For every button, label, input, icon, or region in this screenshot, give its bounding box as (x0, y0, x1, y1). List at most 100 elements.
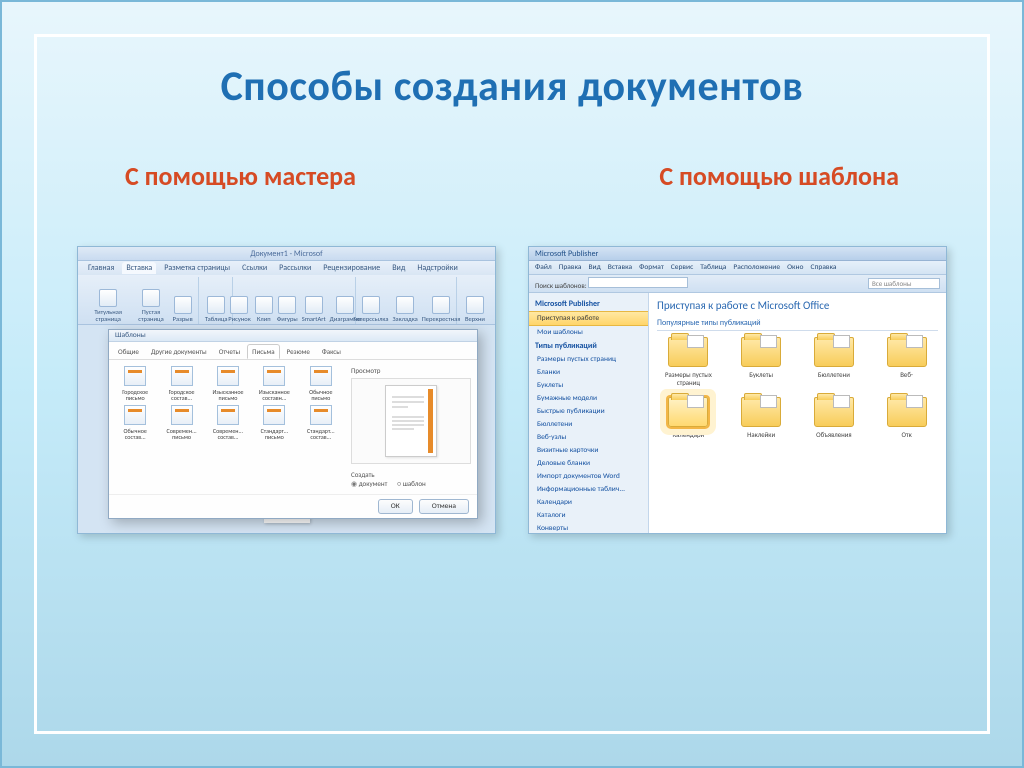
search-scope-dropdown[interactable]: Все шаблоны (868, 278, 940, 289)
publication-type-item[interactable]: Веб- (875, 337, 938, 387)
menu-item[interactable]: Сервис (671, 263, 694, 272)
ribbon-button[interactable]: Титульная страница (85, 289, 131, 322)
cancel-button[interactable]: Отмена (419, 499, 469, 514)
sidebar-link[interactable]: Приступая к работе (529, 311, 648, 326)
publication-type-item[interactable]: Бюллетени (803, 337, 866, 387)
menu-item[interactable]: Правка (559, 263, 582, 272)
menu-item[interactable]: Окно (787, 263, 803, 272)
publication-type-item[interactable]: Размеры пустых страниц (657, 337, 720, 387)
word-ribbon: Титульная страницаПустая страницаРазрывТ… (78, 275, 495, 325)
publisher-body: Microsoft PublisherПриступая к работеМои… (529, 293, 946, 533)
ribbon-tab[interactable]: Вставка (122, 262, 156, 274)
template-item[interactable]: Стандарт... письмо (254, 405, 294, 440)
sidebar-header: Microsoft Publisher (529, 297, 648, 311)
sidebar-link[interactable]: Размеры пустых страниц (529, 353, 648, 366)
ribbon-button[interactable]: Разрыв (171, 296, 195, 323)
create-radio-group: документ шаблон (351, 479, 471, 488)
sidebar-link[interactable]: Бланки (529, 366, 648, 379)
menu-item[interactable]: Формат (639, 263, 664, 272)
ribbon-tab[interactable]: Главная (84, 262, 118, 274)
publication-type-item[interactable]: Календари (657, 397, 720, 439)
menu-item[interactable]: Файл (535, 263, 552, 272)
ribbon-tab[interactable]: Рассылки (275, 262, 315, 274)
template-item[interactable]: Обычное состав... (115, 405, 155, 440)
menu-item[interactable]: Вид (588, 263, 600, 272)
folder-icon (668, 397, 708, 427)
word-window-title: Документ1 - Microsof (78, 247, 495, 261)
search-input[interactable] (588, 277, 688, 288)
ribbon-icon (396, 296, 414, 314)
sidebar-link[interactable]: Информационные таблич... (529, 483, 648, 496)
ribbon-button[interactable]: Гиперссылка (351, 296, 390, 323)
subtitle-right: С помощью шаблона (659, 160, 899, 192)
ribbon-button[interactable]: Верхни (463, 296, 487, 323)
dialog-tab[interactable]: Общие (113, 344, 144, 359)
sidebar-link[interactable]: Бумажные модели (529, 392, 648, 405)
template-item[interactable]: Городское состав... (161, 366, 201, 401)
ribbon-group: Титульная страницаПустая страницаРазрыв (82, 277, 199, 324)
publisher-section-header: Популярные типы публикаций (657, 318, 938, 331)
sidebar-link[interactable]: Деловые бланки (529, 457, 648, 470)
menu-item[interactable]: Справка (810, 263, 836, 272)
ribbon-icon (305, 296, 323, 314)
preview-document (385, 385, 437, 457)
ribbon-button[interactable]: Клип (253, 296, 275, 323)
template-item[interactable]: Стандарт... состав... (301, 405, 341, 440)
dialog-tab[interactable]: Письма (247, 344, 279, 359)
sidebar-link[interactable]: Буклеты (529, 379, 648, 392)
ribbon-button[interactable]: Перекрестная (420, 296, 463, 323)
ribbon-tab[interactable]: Разметка страницы (160, 262, 234, 274)
dialog-tab[interactable]: Отчеты (214, 344, 245, 359)
sidebar-link[interactable]: Календари (529, 496, 648, 509)
sidebar-link[interactable]: Конверты (529, 522, 648, 533)
ribbon-tab[interactable]: Ссылки (238, 262, 271, 274)
sidebar-link[interactable]: Быстрые публикации (529, 405, 648, 418)
template-icon (171, 366, 193, 386)
sidebar-link[interactable]: Веб-узлы (529, 431, 648, 444)
ribbon-tab[interactable]: Рецензирование (319, 262, 384, 274)
sidebar-link[interactable]: Бюллетени (529, 418, 648, 431)
template-item[interactable]: Современ... состав... (208, 405, 248, 440)
publication-type-item[interactable]: Наклейки (730, 397, 793, 439)
ribbon-button[interactable]: Пустая страница (131, 289, 170, 322)
template-item[interactable]: Современ... письмо (161, 405, 201, 440)
sidebar-link[interactable]: Каталоги (529, 509, 648, 522)
ribbon-button[interactable]: SmartArt (300, 296, 328, 323)
ribbon-icon (466, 296, 484, 314)
template-item[interactable]: Изысканное письмо (208, 366, 248, 401)
template-item[interactable]: Изысканное составн... (254, 366, 294, 401)
dialog-title: Шаблоны (109, 330, 477, 342)
publication-type-grid: Размеры пустых страницБуклетыБюллетениВе… (657, 337, 938, 439)
folder-icon (887, 337, 927, 367)
dialog-tab[interactable]: Другие документы (146, 344, 212, 359)
ribbon-button[interactable]: Рисунок (226, 296, 252, 323)
ribbon-icon (142, 289, 160, 307)
radio-template[interactable]: шаблон (397, 479, 426, 488)
publication-type-item[interactable]: Отк (875, 397, 938, 439)
word-body: Шаблоны ОбщиеДругие документыОтчетыПисьм… (78, 325, 495, 533)
subtitles-row: С помощью мастера С помощью шаблона (77, 160, 947, 192)
sidebar-link[interactable]: Импорт документов Word (529, 470, 648, 483)
ok-button[interactable]: ОК (378, 499, 413, 514)
publisher-toolbar: Поиск шаблонов: Все шаблоны (529, 275, 946, 293)
template-item[interactable]: Городское письмо (115, 366, 155, 401)
menu-item[interactable]: Вставка (608, 263, 632, 272)
dialog-tab[interactable]: Резюме (282, 344, 315, 359)
template-item[interactable]: Обычное письмо (301, 366, 341, 401)
dialog-tab[interactable]: Факсы (317, 344, 346, 359)
sidebar-link[interactable]: Визитные карточки (529, 444, 648, 457)
ribbon-button[interactable]: Фигуры (275, 296, 300, 323)
publisher-screenshot: Microsoft Publisher Файл Правка Вид Вставка… (528, 246, 947, 534)
template-icon (310, 405, 332, 425)
sidebar-link[interactable]: Мои шаблоны (529, 326, 648, 339)
menu-item[interactable]: Таблица (700, 263, 726, 272)
ribbon-button[interactable]: Закладка (390, 296, 419, 323)
menu-item[interactable]: Расположение (733, 263, 780, 272)
ribbon-tab[interactable]: Надстройки (413, 262, 461, 274)
ribbon-icon (255, 296, 273, 314)
radio-document[interactable]: документ (351, 479, 387, 488)
create-label: Создать (351, 470, 471, 479)
publication-type-item[interactable]: Объявления (803, 397, 866, 439)
publication-type-item[interactable]: Буклеты (730, 337, 793, 387)
ribbon-tab[interactable]: Вид (388, 262, 409, 274)
